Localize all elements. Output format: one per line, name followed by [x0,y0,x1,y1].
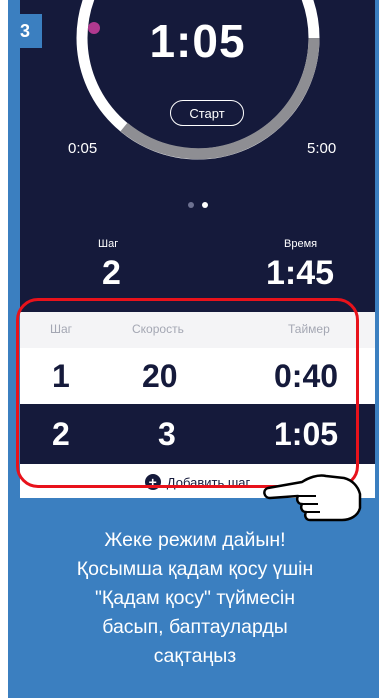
instruction-caption: Жеке режим дайын! Қосымша қадам қосу үші… [30,526,360,671]
step-number-badge: 3 [8,14,42,48]
start-button[interactable]: Старт [170,100,244,126]
pointing-hand-icon [263,474,362,522]
caption-line: Жеке режим дайын! [104,529,286,551]
caption-line: сақтаңыз [153,645,237,667]
page-dot-active[interactable] [201,202,208,208]
page-dot[interactable] [187,202,194,208]
summary-step-value: 2 [102,254,121,292]
caption-line: басып, баптауларды [102,616,288,638]
caption-line: Қосымша қадам қосу үшін [76,558,314,580]
summary-time-value: 1:45 [266,254,335,292]
highlight-outline [16,298,359,488]
timer-range-max: 5:00 [307,140,337,157]
summary-step-label: Шаг [98,238,119,250]
page-indicator [20,202,375,208]
timer-panel: 1:05 Старт 0:05 5:00 Шаг 2 Время 1:45 [20,0,375,312]
summary-time-label: Время [284,238,318,250]
timer-display: 1:05 [149,15,246,67]
timer-range-min: 0:05 [68,140,98,157]
caption-line: "Қадам қосу" түймесін [94,587,296,609]
